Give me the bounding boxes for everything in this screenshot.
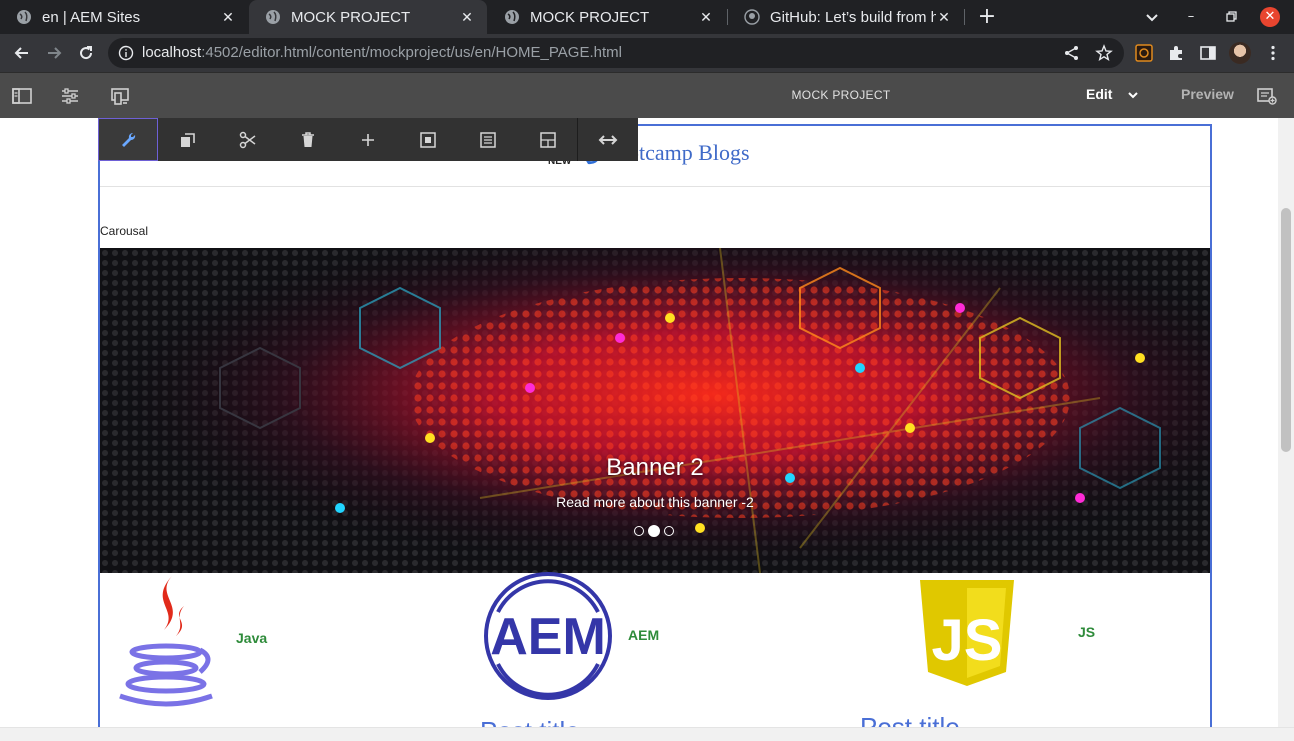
layout-icon (540, 131, 556, 148)
browser-toolbar: localhost:4502/editor.html/content/mockp… (0, 34, 1294, 72)
close-window-button[interactable]: ✕ (1260, 7, 1280, 27)
resize-button[interactable] (578, 118, 638, 161)
page-canvas: NEW otcamp Blogs Carousal Banner 2 Read … (0, 118, 1278, 727)
trash-icon (302, 131, 314, 147)
carousel-dot-2-active[interactable] (648, 525, 660, 537)
configure-button[interactable] (98, 118, 158, 161)
forward-arrow-icon[interactable] (44, 43, 64, 63)
carousel-dot-1[interactable] (634, 526, 644, 536)
js-logo-icon: JS (920, 580, 1014, 686)
component-toolbar (98, 118, 638, 161)
extensions-puzzle-icon[interactable] (1167, 44, 1185, 62)
panel-select-button[interactable] (458, 118, 518, 161)
group-icon (420, 131, 436, 148)
blog-title[interactable]: otcamp Blogs (628, 140, 750, 166)
url-path: :4502/editor.html/content/mockproject/us… (201, 44, 622, 61)
aem-logo-text: AEM (490, 608, 606, 666)
browser-tab[interactable]: GitHub: Let’s build from h ✕ (728, 0, 964, 34)
header-divider (100, 186, 1210, 187)
horizontal-scrollbar[interactable] (0, 727, 1294, 741)
layout-button[interactable] (518, 118, 578, 161)
aem-editor-header: MOCK PROJECT Edit Preview (0, 72, 1294, 118)
delete-button[interactable] (278, 118, 338, 161)
vertical-scroll-thumb[interactable] (1281, 208, 1291, 452)
more-menu-icon[interactable] (1264, 44, 1282, 62)
annotations-icon[interactable] (1257, 87, 1277, 105)
carousel-dot-3[interactable] (664, 526, 674, 536)
bookmark-star-icon[interactable] (1095, 44, 1113, 62)
scissors-icon (239, 131, 256, 148)
wrench-icon (122, 132, 136, 147)
horizontal-arrows-icon (598, 134, 618, 145)
tech-label-aem[interactable]: AEM (628, 627, 659, 643)
java-logo-icon (119, 576, 213, 707)
tab-title: MOCK PROJECT (530, 8, 650, 26)
js-logo-text: JS (932, 608, 1003, 673)
tab-title: GitHub: Let’s build from h (770, 8, 936, 26)
aem-logo-icon: AEM (484, 572, 612, 700)
browser-tab[interactable]: MOCK PROJECT ✕ (488, 0, 726, 34)
tab-title: en | AEM Sites (42, 8, 141, 26)
close-tab-icon[interactable]: ✕ (220, 9, 236, 25)
share-icon[interactable] (1063, 44, 1081, 62)
extension-orange-icon[interactable] (1135, 44, 1153, 62)
minimize-button[interactable]: – (1181, 7, 1201, 27)
site-info-icon[interactable] (118, 45, 134, 61)
banner-title: Banner 2 (606, 454, 704, 481)
profile-avatar[interactable] (1229, 42, 1251, 64)
back-arrow-icon[interactable] (12, 43, 32, 63)
carousel-indicators (634, 525, 674, 537)
copy-button[interactable] (158, 118, 218, 161)
copy-icon (181, 132, 195, 147)
post-title[interactable]: Post title (860, 712, 960, 727)
browser-tab-strip: en | AEM Sites ✕ MOCK PROJECT ✕ MOCK PRO… (0, 0, 1294, 34)
close-tab-icon[interactable]: ✕ (698, 9, 714, 25)
tab-search-chevron-icon[interactable] (1142, 7, 1162, 27)
edit-mode-button[interactable]: Edit (1086, 86, 1112, 102)
tech-label-java[interactable]: Java (236, 630, 267, 646)
side-panel-icon[interactable] (1199, 44, 1217, 62)
tech-label-js[interactable]: JS (1078, 624, 1095, 640)
browser-tab[interactable]: en | AEM Sites ✕ (0, 0, 248, 34)
globe-icon (266, 10, 280, 24)
close-tab-icon[interactable]: ✕ (459, 9, 475, 25)
url-host: localhost (142, 44, 202, 61)
list-panel-icon (480, 131, 496, 148)
github-icon (744, 9, 760, 25)
insert-button[interactable] (338, 118, 398, 161)
url-text: localhost:4502/editor.html/content/mockp… (142, 44, 622, 61)
close-tab-icon[interactable]: ✕ (936, 9, 952, 25)
address-bar[interactable]: localhost:4502/editor.html/content/mockp… (108, 38, 1124, 68)
preview-button[interactable]: Preview (1181, 86, 1234, 102)
plus-icon (362, 133, 374, 146)
new-tab-button[interactable]: + (976, 6, 998, 28)
globe-icon (505, 10, 519, 24)
carousel-banner[interactable]: Banner 2 Read more about this banner -2 (100, 248, 1210, 573)
chevron-down-icon[interactable] (1127, 89, 1139, 101)
browser-tab-active[interactable]: MOCK PROJECT ✕ (249, 0, 487, 34)
tab-title: MOCK PROJECT (291, 8, 411, 26)
carousel-label: Carousal (100, 224, 149, 238)
banner-subtitle: Read more about this banner -2 (556, 494, 754, 510)
restore-button[interactable] (1221, 7, 1241, 27)
cut-button[interactable] (218, 118, 278, 161)
post-title[interactable]: Post title (480, 716, 580, 727)
reload-icon[interactable] (76, 43, 96, 63)
globe-icon (17, 10, 31, 24)
group-button[interactable] (398, 118, 458, 161)
